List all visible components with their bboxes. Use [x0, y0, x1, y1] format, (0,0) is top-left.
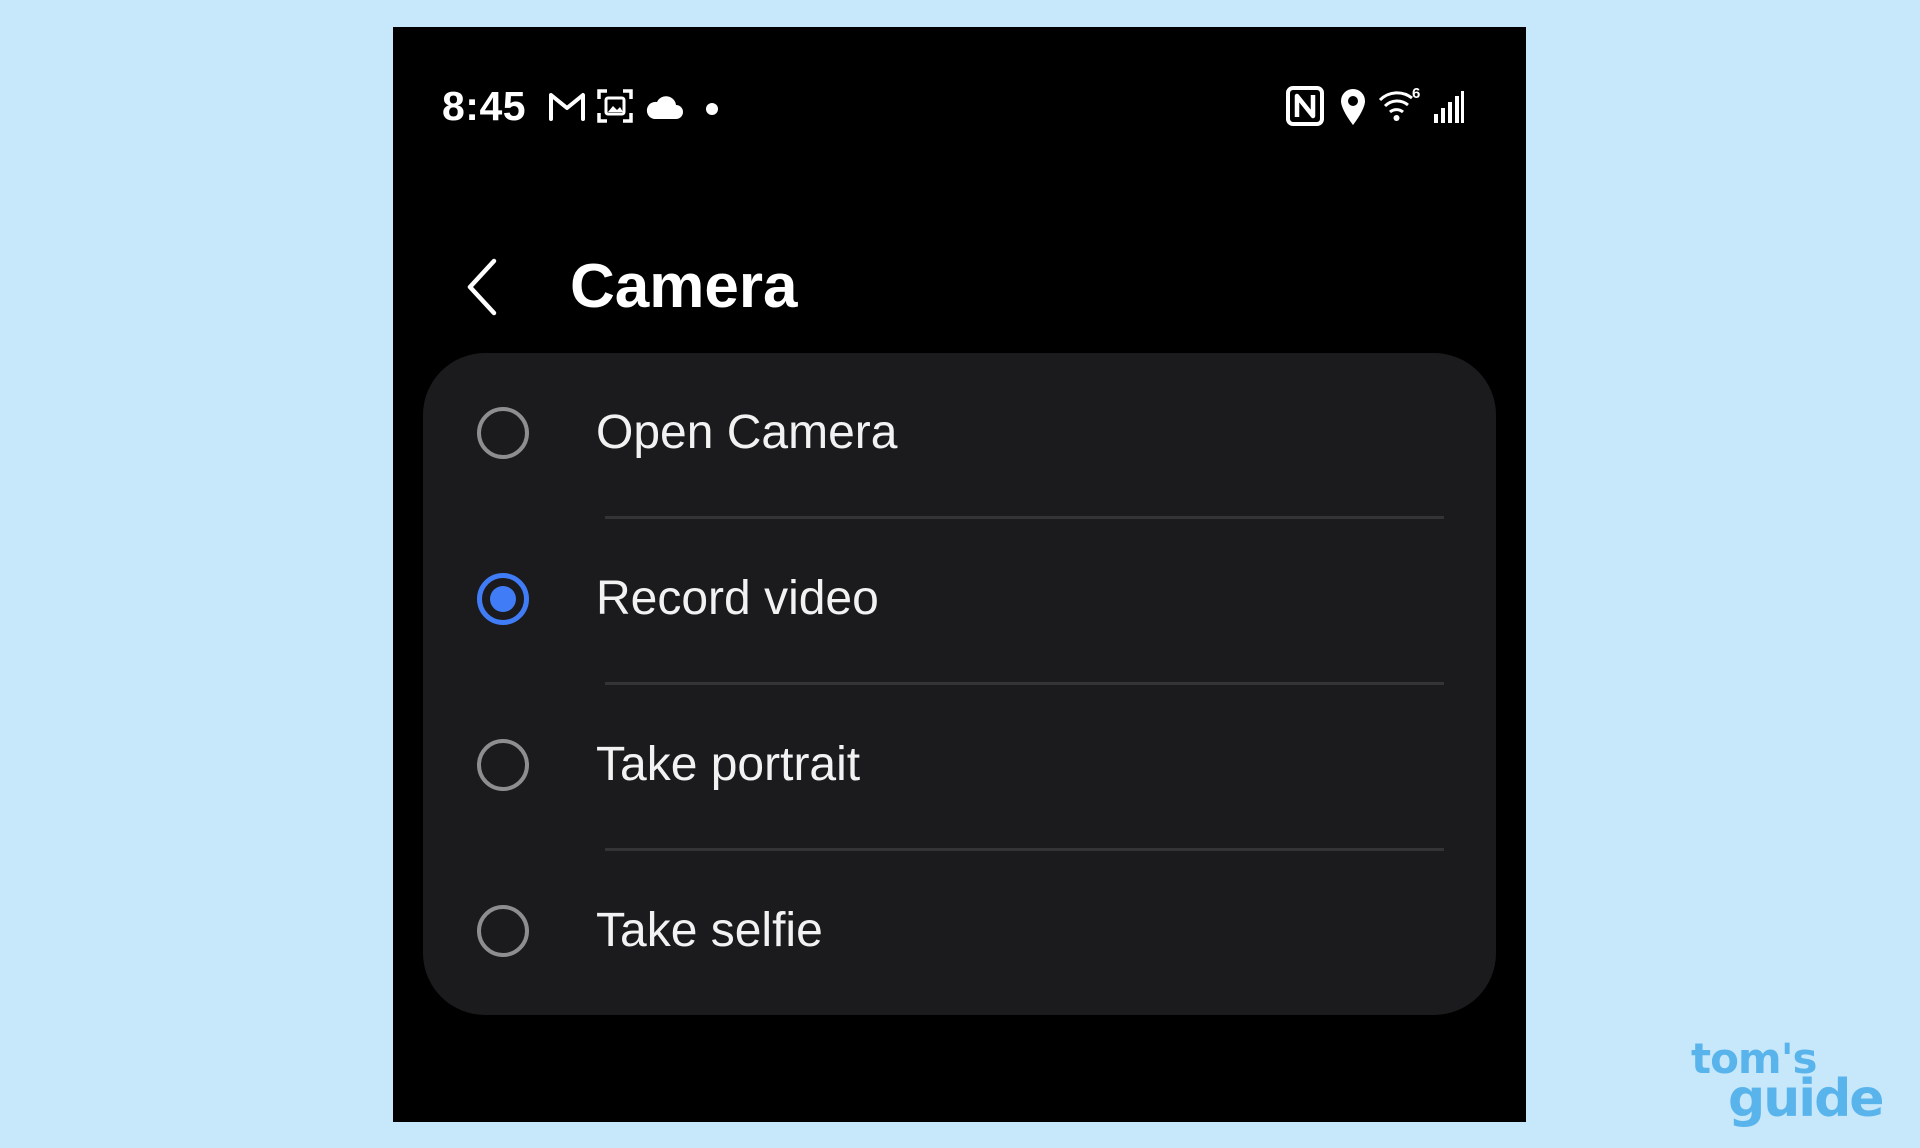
- option-label: Record video: [596, 572, 879, 625]
- wifi-6-icon: 6: [1378, 85, 1420, 121]
- radio-button[interactable]: [477, 407, 529, 459]
- radio-button[interactable]: [477, 905, 529, 957]
- chevron-left-icon: [467, 258, 497, 316]
- notification-dot-icon: [706, 103, 718, 115]
- phone-screen: 8:45 6 Camera Open Camera Record video T…: [393, 27, 1526, 1122]
- status-bar: 8:45 6: [393, 27, 1526, 137]
- option-open-camera[interactable]: Open Camera: [423, 353, 1496, 519]
- back-button[interactable]: [459, 247, 509, 327]
- page-title: Camera: [570, 252, 798, 321]
- radio-button-selected[interactable]: [477, 573, 529, 625]
- toms-guide-logo: tom's guide: [1688, 1036, 1893, 1129]
- options-card: Open Camera Record video Take portrait T…: [423, 353, 1496, 1015]
- option-label: Take portrait: [596, 738, 861, 791]
- header: Camera: [393, 217, 1526, 357]
- cloud-icon: [646, 96, 683, 119]
- nfc-icon: [1286, 86, 1324, 126]
- option-take-portrait[interactable]: Take portrait: [423, 685, 1496, 851]
- status-time: 8:45: [442, 83, 527, 129]
- option-take-selfie[interactable]: Take selfie: [423, 851, 1496, 1015]
- signal-icon: [1434, 91, 1464, 123]
- radio-button[interactable]: [477, 739, 529, 791]
- logo-line-2: guide: [1728, 1069, 1885, 1129]
- wifi-badge: 6: [1412, 85, 1420, 102]
- option-label: Open Camera: [596, 406, 898, 459]
- screenshot-icon: [597, 89, 633, 123]
- gmail-icon: [549, 93, 585, 121]
- location-icon: [1341, 89, 1365, 125]
- option-label: Take selfie: [596, 904, 823, 957]
- option-record-video[interactable]: Record video: [423, 519, 1496, 685]
